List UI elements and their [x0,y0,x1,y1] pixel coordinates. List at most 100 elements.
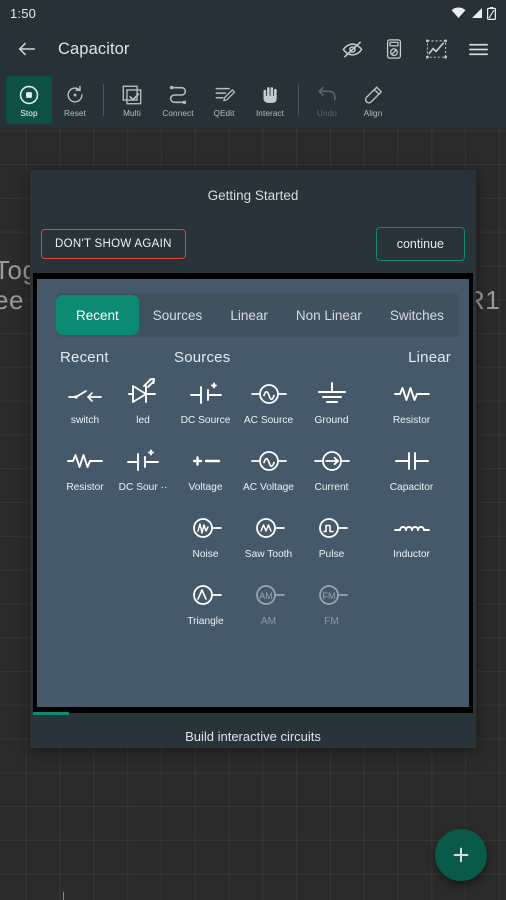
component-led[interactable]: led [114,376,172,443]
component-dc-source[interactable]: DC Source [174,376,237,443]
sawtooth-symbol-icon [251,510,287,546]
noise-symbol-icon [188,510,224,546]
tab-switches[interactable]: Switches [376,293,458,337]
component-label: Noise [192,549,219,560]
tool-reset[interactable]: Reset [52,76,98,124]
tab-non-linear[interactable]: Non Linear [282,293,376,337]
component-triangle[interactable]: Triangle [174,577,237,644]
getting-started-dialog: Getting Started DON'T SHOW AGAIN continu… [30,170,476,748]
app-bar-actions [340,37,496,61]
capacitor-symbol-icon [394,443,430,479]
component-dc-source-recent[interactable]: DC Sour ·· [114,443,172,510]
component-current[interactable]: Current [300,443,363,510]
ground-symbol-icon [316,376,348,412]
component-label: AM [260,616,277,627]
component-ground[interactable]: Ground [300,376,363,443]
component-pulse[interactable]: Pulse [300,510,363,577]
tool-undo[interactable]: Undo [304,76,350,124]
component-label: Inductor [393,549,430,560]
am-symbol-icon: AM [251,577,287,613]
dialog-title: Getting Started [207,187,299,203]
back-arrow-icon[interactable] [10,32,44,66]
component-label: Resistor [392,415,431,426]
eye-off-icon[interactable] [340,37,364,61]
dialog-actions: DON'T SHOW AGAIN continue [30,220,476,268]
app-root: Tog ee R1 1:50 [0,0,506,900]
signal-icon [470,7,483,19]
wifi-icon [451,7,466,19]
component-inductor[interactable]: Inductor [364,510,459,577]
tab-label: Non Linear [295,307,362,323]
component-grid: DC Source AC Source Ground Voltage AC Vo… [174,376,364,644]
column-heading: Recent [60,349,109,366]
tutorial-media-frame: Recent Sources Linear Non Linear Switche… [33,273,473,715]
status-system-icons [451,6,496,20]
dont-show-again-button[interactable]: DON'T SHOW AGAIN [41,229,186,259]
component-ac-source[interactable]: AC Source [237,376,300,443]
category-tabs: Recent Sources Linear Non Linear Switche… [56,293,459,337]
column-recent: Recent switch led Resistor DC Sour ·· [56,349,174,707]
tab-label: Sources [152,307,203,323]
multimeter-icon[interactable] [382,37,406,61]
ac-voltage-symbol-icon [250,443,288,479]
tool-multi[interactable]: Multi [109,76,155,124]
component-resistor-linear[interactable]: Resistor [364,376,459,443]
fm-symbol-icon: FM [314,577,350,613]
triangle-symbol-icon [188,577,224,613]
component-saw-tooth[interactable]: Saw Tooth [237,510,300,577]
undo-icon [316,83,339,107]
tool-align[interactable]: Align [350,76,396,124]
svg-text:FM: FM [322,591,335,601]
component-label: FM [324,616,339,627]
tool-bar: Stop Reset Multi Connect QEdit Interact … [0,72,506,128]
component-grid: Resistor Capacitor Inductor [364,376,459,577]
hamburger-menu-icon[interactable] [466,37,490,61]
continue-button[interactable]: continue [375,227,465,261]
component-noise[interactable]: Noise [174,510,237,577]
column-heading: Linear [408,349,451,366]
align-icon [362,83,384,107]
tool-label: Stop [20,108,38,118]
tutorial-progress-bar[interactable] [33,712,479,715]
tab-sources[interactable]: Sources [139,293,217,337]
status-clock: 1:50 [10,5,37,21]
component-am[interactable]: AM AM [237,577,300,644]
tool-connect[interactable]: Connect [155,76,201,124]
tool-label: Undo [317,108,337,118]
pulse-symbol-icon [314,510,350,546]
tool-label: Reset [64,108,86,118]
current-symbol-icon [313,443,351,479]
tool-qedit[interactable]: QEdit [201,76,247,124]
component-ac-voltage[interactable]: AC Voltage [237,443,300,510]
component-label: Triangle [187,616,224,627]
component-switch[interactable]: switch [56,376,114,443]
tool-interact[interactable]: Interact [247,76,293,124]
tool-stop[interactable]: Stop [6,76,52,124]
component-grid: switch led Resistor DC Sour ·· [56,376,174,510]
svg-text:AM: AM [259,591,273,601]
dialog-footer-caption: Build interactive circuits [185,728,321,744]
component-resistor[interactable]: Resistor [56,443,114,510]
component-voltage[interactable]: Voltage [174,443,237,510]
hand-icon [260,83,281,107]
resistor-symbol-icon [67,443,103,479]
tab-linear[interactable]: Linear [216,293,282,337]
tutorial-media: Recent Sources Linear Non Linear Switche… [37,279,469,707]
tool-label: Align [363,108,383,118]
dc-source-symbol-icon [126,443,160,479]
tab-label: Switches [389,307,444,323]
component-label: Capacitor [389,482,434,493]
column-linear: Linear Resistor Capacitor Inductor [364,349,459,707]
oscilloscope-icon[interactable] [424,37,448,61]
component-fm[interactable]: FM FM [300,577,363,644]
add-component-fab[interactable] [435,829,487,881]
multi-select-icon [121,83,143,107]
tab-label: Recent [76,307,119,323]
component-capacitor[interactable]: Capacitor [364,443,459,510]
component-label: Ground [314,415,349,426]
tool-label: Interact [255,108,285,118]
column-sources: Sources DC Source AC Source Ground Volta… [174,349,364,707]
tab-recent[interactable]: Recent [56,295,139,335]
component-label: Pulse [318,549,345,560]
led-symbol-icon [126,376,160,412]
